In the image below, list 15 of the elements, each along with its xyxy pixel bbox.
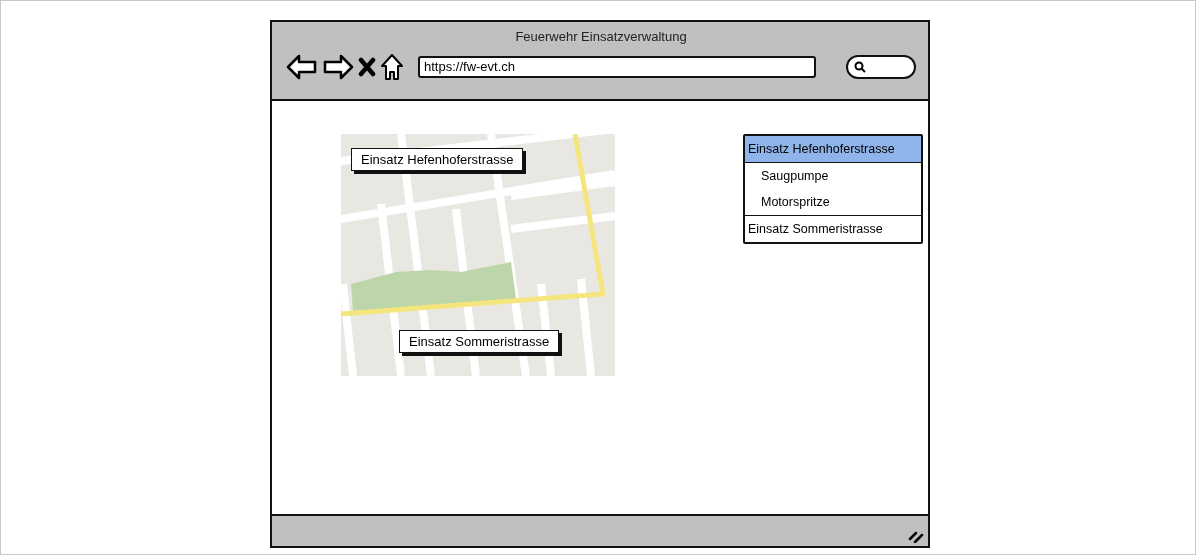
tree-item[interactable]: Einsatz Sommeristrasse [745,215,921,242]
forward-icon[interactable] [322,54,354,80]
tree-item[interactable]: Saugpumpe [745,163,921,189]
map-label[interactable]: Einsatz Hefenhoferstrasse [351,148,524,171]
stop-icon[interactable] [358,57,376,77]
resize-grip-icon[interactable] [908,531,924,543]
search-field[interactable] [846,55,916,79]
address-field[interactable]: https://fw-evt.ch [418,56,816,78]
back-icon[interactable] [286,54,318,80]
window-title: Feuerwehr Einsatzverwaltung [514,28,688,45]
map-label[interactable]: Einsatz Sommeristrasse [399,330,560,353]
tree-item[interactable]: Motorspritze [745,189,921,215]
search-icon [854,61,866,73]
tree-item[interactable]: Einsatz Hefenhoferstrasse [745,136,921,163]
home-icon[interactable] [380,53,404,81]
